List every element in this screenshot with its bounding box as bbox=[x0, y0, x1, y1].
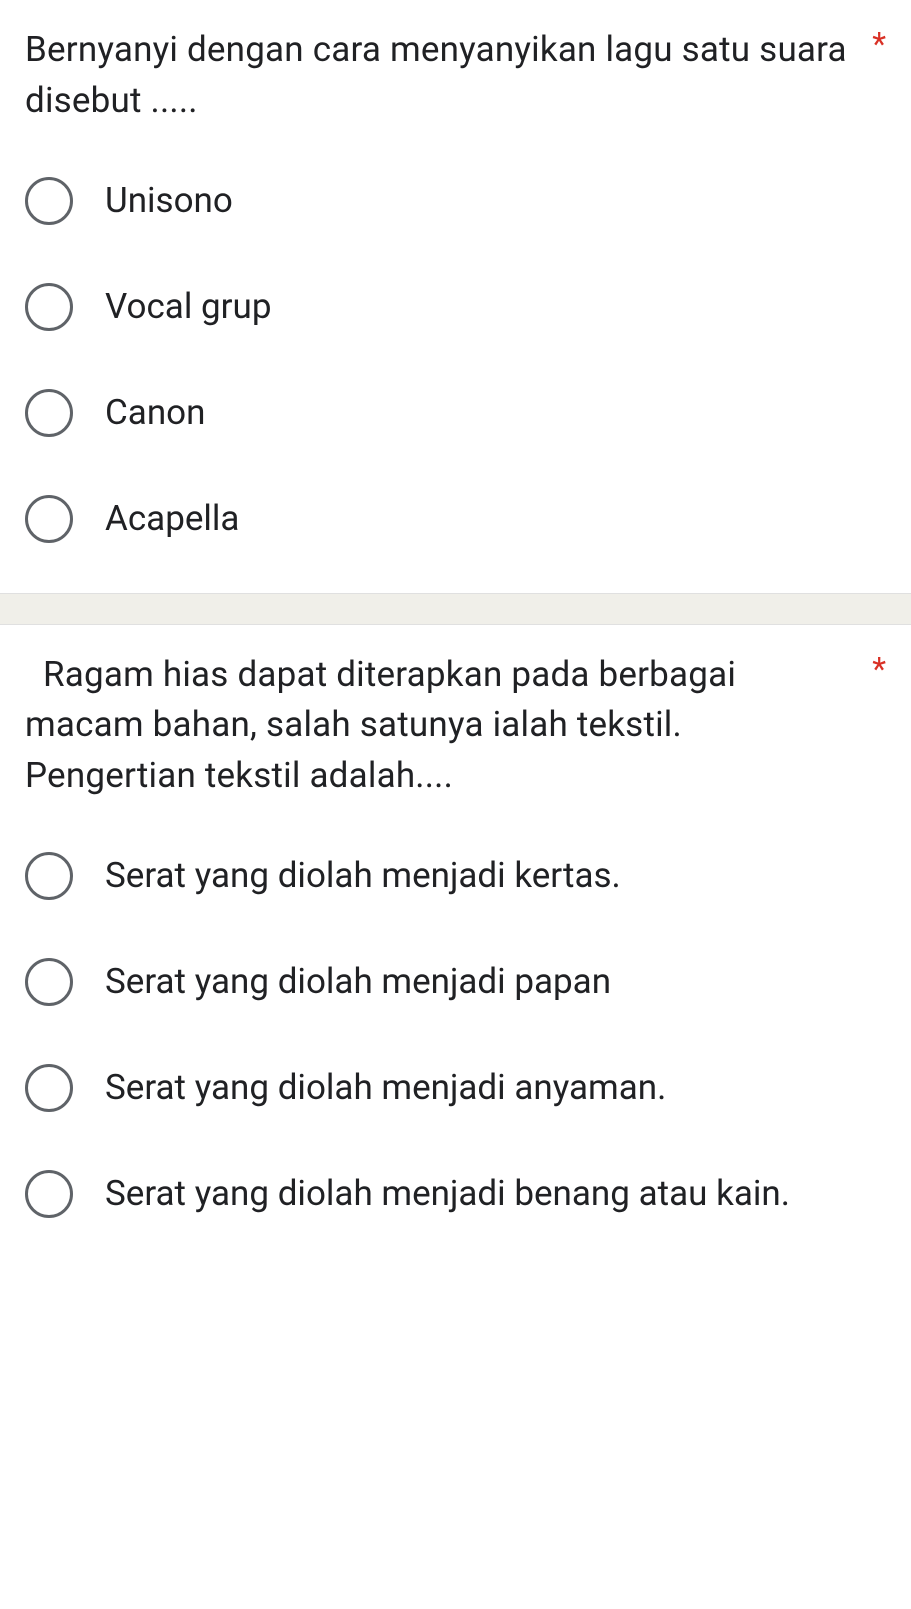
question-text: Ragam hias dapat diterapkan pada berbaga… bbox=[25, 650, 857, 802]
options-group: Serat yang diolah menjadi kertas. Serat … bbox=[25, 852, 886, 1218]
radio-option[interactable]: Unisono bbox=[25, 177, 886, 225]
question-card-2: Ragam hias dapat diterapkan pada berbaga… bbox=[0, 625, 911, 1268]
option-label: Serat yang diolah menjadi anyaman. bbox=[105, 1064, 666, 1111]
radio-option[interactable]: Serat yang diolah menjadi kertas. bbox=[25, 852, 886, 900]
option-label: Vocal grup bbox=[105, 283, 271, 330]
radio-icon bbox=[25, 283, 73, 331]
option-label: Unisono bbox=[105, 177, 233, 224]
options-group: Unisono Vocal grup Canon Acapella bbox=[25, 177, 886, 543]
required-indicator: * bbox=[872, 650, 886, 688]
radio-option[interactable]: Acapella bbox=[25, 495, 886, 543]
radio-option[interactable]: Canon bbox=[25, 389, 886, 437]
question-header: Bernyanyi dengan cara menyanyikan lagu s… bbox=[25, 25, 886, 127]
question-header: Ragam hias dapat diterapkan pada berbaga… bbox=[25, 650, 886, 802]
radio-icon bbox=[25, 495, 73, 543]
option-label: Serat yang diolah menjadi kertas. bbox=[105, 852, 621, 899]
radio-icon bbox=[25, 1170, 73, 1218]
radio-option[interactable]: Serat yang diolah menjadi anyaman. bbox=[25, 1064, 886, 1112]
radio-option[interactable]: Vocal grup bbox=[25, 283, 886, 331]
option-label: Serat yang diolah menjadi benang atau ka… bbox=[105, 1170, 790, 1217]
radio-option[interactable]: Serat yang diolah menjadi papan bbox=[25, 958, 886, 1006]
question-card-1: Bernyanyi dengan cara menyanyikan lagu s… bbox=[0, 0, 911, 593]
question-text: Bernyanyi dengan cara menyanyikan lagu s… bbox=[25, 25, 857, 127]
radio-option[interactable]: Serat yang diolah menjadi benang atau ka… bbox=[25, 1170, 886, 1218]
section-divider bbox=[0, 593, 911, 625]
required-indicator: * bbox=[872, 25, 886, 63]
radio-icon bbox=[25, 1064, 73, 1112]
option-label: Canon bbox=[105, 389, 205, 436]
option-label: Serat yang diolah menjadi papan bbox=[105, 958, 611, 1005]
radio-icon bbox=[25, 852, 73, 900]
option-label: Acapella bbox=[105, 495, 239, 542]
radio-icon bbox=[25, 177, 73, 225]
radio-icon bbox=[25, 958, 73, 1006]
radio-icon bbox=[25, 389, 73, 437]
